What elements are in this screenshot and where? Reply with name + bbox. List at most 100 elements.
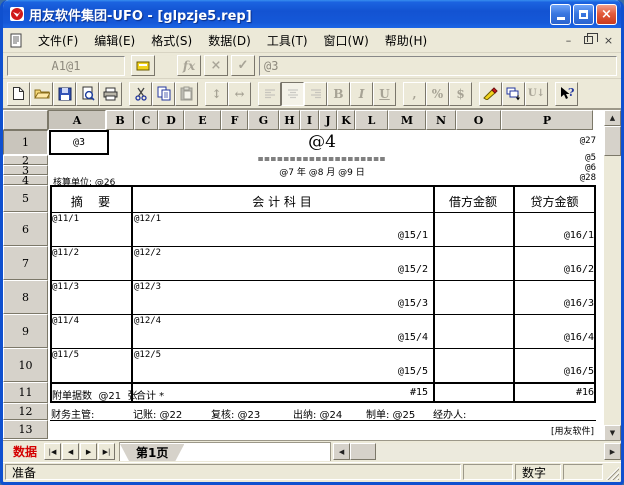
total-debit[interactable]: #15 [358, 387, 428, 398]
entry-summary[interactable]: @11/1 [52, 214, 79, 224]
menu-data[interactable]: 数据(D) [200, 29, 259, 52]
menu-help[interactable]: 帮助(H) [377, 29, 435, 52]
entry-summary[interactable]: @11/5 [52, 350, 79, 360]
row-header-8[interactable]: 8 [3, 280, 48, 314]
scroll-right-button[interactable]: ▶ [604, 443, 621, 460]
r3-right-value[interactable]: @6 [536, 163, 596, 173]
confirm-formula-button[interactable]: ✓ [231, 55, 255, 76]
sign-reviewer[interactable]: 复核: @23 [211, 406, 260, 421]
sign-supervisor[interactable]: 财务主管: [51, 406, 94, 421]
bold-button[interactable]: B [327, 82, 350, 106]
entry-credit[interactable]: @16/2 [524, 264, 594, 275]
entry-subject[interactable]: @12/1 [134, 214, 161, 224]
sign-bookkeeper[interactable]: 记账: @22 [133, 406, 182, 421]
row-header-12[interactable]: 12 [3, 403, 48, 420]
entry-debit[interactable]: @15/4 [358, 332, 428, 343]
col-header-K[interactable]: K [337, 110, 355, 130]
prev-page-button[interactable]: ◀ [62, 443, 79, 460]
sign-preparer[interactable]: 制单: @25 [366, 406, 415, 421]
unit-style-button[interactable]: U↓ [525, 82, 548, 106]
header-subject[interactable]: 会 计 科 目 [131, 193, 433, 210]
entry-debit[interactable]: @15/5 [358, 366, 428, 377]
vertical-scroll-thumb[interactable] [604, 126, 621, 156]
underline-button[interactable]: U [373, 82, 396, 106]
combine-unit-button[interactable] [502, 82, 525, 106]
col-header-F[interactable]: F [221, 110, 248, 130]
attach-count-label[interactable]: 附单据数 @21 张 [52, 387, 137, 402]
total-label[interactable]: 合计 * [136, 387, 164, 402]
comma-style-button[interactable]: , [403, 82, 426, 106]
col-header-M[interactable]: M [388, 110, 426, 130]
entry-debit[interactable]: @15/2 [358, 264, 428, 275]
date-line[interactable]: @7 年 @8 月 @9 日 [48, 165, 596, 178]
mode-indicator[interactable]: 数据 [7, 443, 43, 460]
row-header-11[interactable]: 11 [3, 382, 48, 403]
paste-button[interactable] [175, 82, 198, 106]
entry-credit[interactable]: @16/1 [524, 230, 594, 241]
row-header-6[interactable]: 6 [3, 212, 48, 246]
cancel-formula-button[interactable]: × [204, 55, 228, 76]
col-header-B[interactable]: B [106, 110, 134, 130]
mdi-close-button[interactable]: × [599, 32, 618, 49]
separator-line[interactable]: ==================== [48, 155, 596, 165]
first-page-button[interactable]: |◀ [44, 443, 61, 460]
column-width-button[interactable]: ↔ [228, 82, 251, 106]
percent-style-button[interactable]: % [426, 82, 449, 106]
r2-right-value[interactable]: @5 [536, 153, 596, 163]
row-height-button[interactable]: ↕ [205, 82, 228, 106]
entry-subject[interactable]: @12/2 [134, 248, 161, 258]
col-header-D[interactable]: D [158, 110, 184, 130]
resize-grip[interactable] [605, 464, 619, 480]
menu-window[interactable]: 窗口(W) [316, 29, 377, 52]
horizontal-scroll-thumb[interactable] [350, 443, 376, 460]
open-button[interactable] [30, 82, 53, 106]
col-header-P[interactable]: P [501, 110, 593, 130]
scroll-left-button[interactable]: ◀ [333, 443, 350, 460]
col-header-A[interactable]: A [48, 110, 106, 130]
row-header-2[interactable]: 2 [3, 155, 48, 165]
entry-credit[interactable]: @16/5 [524, 366, 594, 377]
col-header-E[interactable]: E [184, 110, 221, 130]
col-header-L[interactable]: L [355, 110, 388, 130]
r1-right-value[interactable]: @27 [536, 136, 596, 146]
currency-style-button[interactable]: $ [449, 82, 472, 106]
col-header-J[interactable]: J [319, 110, 337, 130]
vertical-scrollbar[interactable]: ▲ ▼ [604, 110, 621, 441]
help-button[interactable]: ? [555, 82, 578, 106]
entry-credit[interactable]: @16/3 [524, 298, 594, 309]
sign-cashier[interactable]: 出纳: @24 [293, 406, 342, 421]
tab-page-1[interactable]: 第1页 [120, 444, 184, 461]
entry-subject[interactable]: @12/3 [134, 282, 161, 292]
col-header-N[interactable]: N [426, 110, 456, 130]
maximize-button[interactable] [573, 4, 594, 25]
row-header-3[interactable]: 3 [3, 165, 48, 175]
row-header-7[interactable]: 7 [3, 246, 48, 280]
col-header-C[interactable]: C [134, 110, 158, 130]
copy-button[interactable] [152, 82, 175, 106]
appoint-cell-button[interactable] [131, 55, 155, 76]
style-tool-button[interactable] [479, 82, 502, 106]
sign-handler[interactable]: 经办人: [433, 406, 466, 421]
header-credit[interactable]: 贷方金额 [513, 193, 596, 210]
row-header-9[interactable]: 9 [3, 314, 48, 348]
scroll-down-button[interactable]: ▼ [604, 425, 621, 441]
entry-debit[interactable]: @15/1 [358, 230, 428, 241]
save-button[interactable] [53, 82, 76, 106]
last-page-button[interactable]: ▶| [98, 443, 115, 460]
minimize-button[interactable] [550, 4, 571, 25]
row-header-13[interactable]: 13 [3, 420, 48, 439]
menu-file[interactable]: 文件(F) [30, 29, 86, 52]
col-header-O[interactable]: O [456, 110, 501, 130]
formula-input[interactable]: @3 [259, 56, 617, 76]
fx-button[interactable]: fx [177, 55, 201, 76]
total-credit[interactable]: #16 [524, 387, 594, 398]
voucher-title[interactable]: @4 [48, 132, 596, 152]
close-button[interactable]: × [596, 4, 617, 25]
print-button[interactable] [99, 82, 122, 106]
col-header-H[interactable]: H [279, 110, 300, 130]
menu-tools[interactable]: 工具(T) [259, 29, 316, 52]
entry-summary[interactable]: @11/3 [52, 282, 79, 292]
sheet-canvas[interactable]: @3 @4 @27 ==================== @5 @7 年 @… [48, 130, 598, 441]
entry-summary[interactable]: @11/4 [52, 316, 79, 326]
scroll-up-button[interactable]: ▲ [604, 110, 621, 126]
